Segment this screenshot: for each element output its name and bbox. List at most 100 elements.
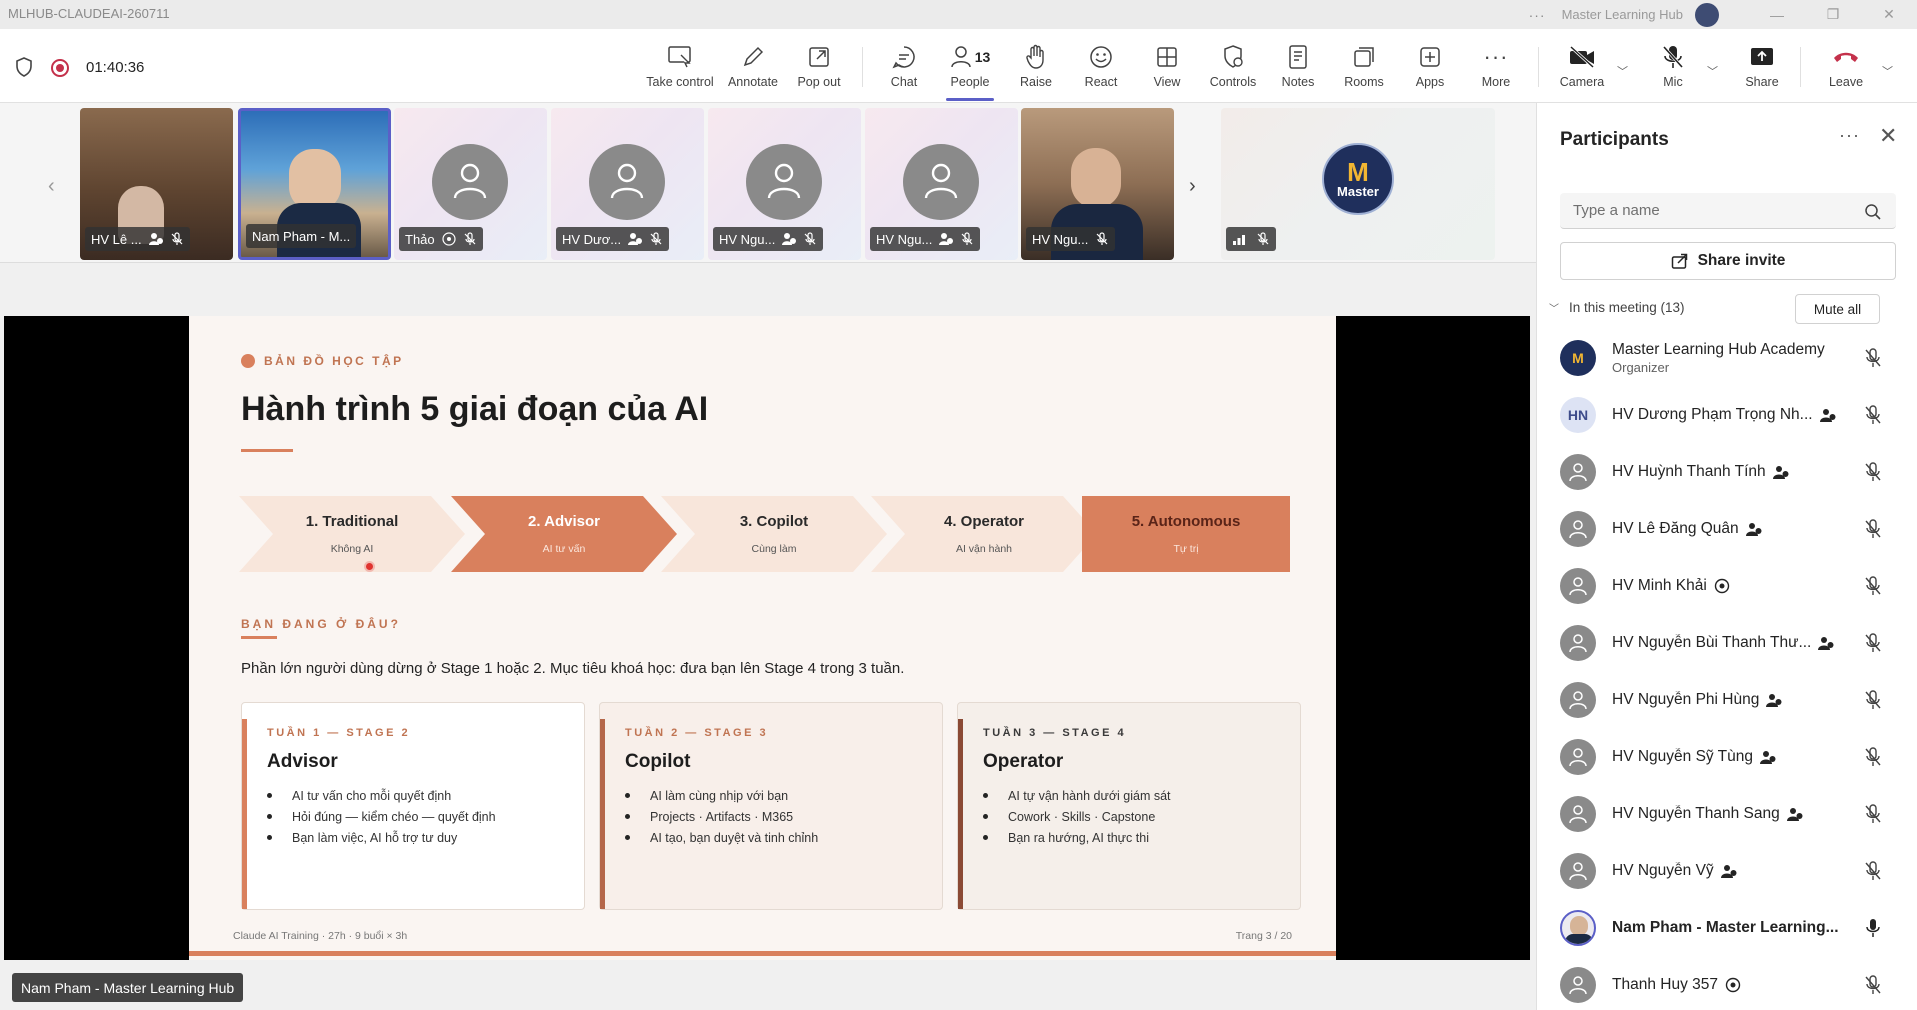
share-invite-button[interactable]: Share invite xyxy=(1560,242,1896,280)
mic-on-icon[interactable] xyxy=(1864,918,1882,938)
participant-row[interactable]: HN HV Dương Phạm Trọng Nh... xyxy=(1560,390,1910,440)
annotate-button[interactable]: Annotate xyxy=(724,29,782,103)
notes-button[interactable]: Notes xyxy=(1270,29,1326,103)
toolbar-divider xyxy=(1538,47,1539,87)
panel-more-icon[interactable]: ··· xyxy=(1839,125,1860,146)
apps-button[interactable]: Apps xyxy=(1402,29,1458,103)
people-button[interactable]: 13 People xyxy=(940,29,1000,103)
avatar-tile[interactable]: HV Ngu... xyxy=(865,108,1018,260)
mic-off-icon[interactable] xyxy=(1864,690,1882,710)
avatar xyxy=(1560,454,1596,490)
avatar xyxy=(1560,511,1596,547)
minimize-icon[interactable]: — xyxy=(1749,7,1805,23)
mic-off-icon[interactable] xyxy=(1864,348,1882,368)
mic-off-icon[interactable] xyxy=(1864,861,1882,881)
person-icon xyxy=(767,163,801,199)
avatar-tile[interactable]: HV Ngu... xyxy=(708,108,861,260)
shield-icon[interactable] xyxy=(15,57,33,77)
mic-options-chevron-icon[interactable]: ﹀ xyxy=(1707,63,1718,79)
take-control-icon xyxy=(668,46,691,68)
mic-off-icon[interactable] xyxy=(1864,633,1882,653)
participant-row[interactable]: HV Nguyễn Phi Hùng xyxy=(1560,675,1910,725)
participant-badge-icon xyxy=(1725,977,1741,993)
avatar xyxy=(1560,739,1596,775)
tile-nametag: HV Lê ... xyxy=(85,227,190,251)
participant-row[interactable]: HV Huỳnh Thanh Tính xyxy=(1560,447,1910,497)
gallery-next-chevron-icon[interactable]: › xyxy=(1189,175,1196,198)
participants-panel: Participants ··· ✕ Share invite ﹀ In thi… xyxy=(1536,103,1917,1010)
gallery-prev-chevron-icon[interactable]: ‹ xyxy=(48,175,55,198)
mic-off-icon[interactable] xyxy=(1864,975,1882,995)
controls-button[interactable]: Controls xyxy=(1201,29,1265,103)
take-control-button[interactable]: Take control xyxy=(643,29,717,103)
mute-all-button[interactable]: Mute all xyxy=(1795,294,1880,324)
pop-out-button[interactable]: Pop out xyxy=(790,29,848,103)
card-list: AI tư vấn cho mỗi quyết định Hỏi đúng — … xyxy=(267,785,496,848)
participant-row[interactable]: HV Lê Đăng Quân xyxy=(1560,504,1910,554)
participant-row[interactable]: HV Nguyễn Sỹ Tùng xyxy=(1560,732,1910,782)
close-icon[interactable]: ✕ xyxy=(1879,123,1897,149)
video-tile-active-speaker[interactable]: Nam Pham - M... xyxy=(238,108,391,260)
mic-off-icon xyxy=(961,232,973,245)
mic-off-icon xyxy=(171,232,183,245)
mic-off-icon[interactable] xyxy=(1864,405,1882,425)
participant-gallery: ‹ › HV Lê ... Nam Pham - M... Thảo HV Dư… xyxy=(0,103,1536,263)
raise-hand-button[interactable]: Raise xyxy=(1008,29,1064,103)
participant-row[interactable]: HV Nguyễn Vỹ xyxy=(1560,846,1910,896)
leave-options-chevron-icon[interactable]: ﹀ xyxy=(1882,63,1893,79)
participant-badge-icon xyxy=(782,233,797,245)
maximize-icon[interactable]: ❐ xyxy=(1805,6,1861,23)
video-tile[interactable]: HV Lê ... xyxy=(80,108,233,260)
close-window-icon[interactable]: ✕ xyxy=(1861,6,1917,23)
slide-kicker: BẢN ĐỒ HỌC TẬP xyxy=(241,354,404,368)
chat-button[interactable]: Chat xyxy=(876,29,932,103)
share-icon xyxy=(1671,253,1687,269)
slide-page-number: Trang 3 / 20 xyxy=(1235,930,1292,942)
participant-badge-icon xyxy=(1745,523,1762,536)
in-meeting-section-toggle[interactable]: ﹀ In this meeting (13) xyxy=(1549,300,1685,315)
chevron-down-icon: ﹀ xyxy=(1549,304,1559,315)
mic-off-icon[interactable] xyxy=(1864,747,1882,767)
mic-button[interactable]: Mic xyxy=(1645,29,1701,103)
camera-options-chevron-icon[interactable]: ﹀ xyxy=(1617,63,1628,79)
mic-off-icon[interactable] xyxy=(1864,519,1882,539)
participant-row[interactable]: HV Minh Khải xyxy=(1560,561,1910,611)
more-button[interactable]: ··· More xyxy=(1468,29,1524,103)
participant-row[interactable]: HV Nguyễn Thanh Sang xyxy=(1560,789,1910,839)
mic-off-icon[interactable] xyxy=(1864,576,1882,596)
avatar xyxy=(1560,796,1596,832)
participant-row[interactable]: HV Nguyễn Bùi Thanh Thư... xyxy=(1560,618,1910,668)
mic-off-icon xyxy=(804,232,816,245)
slide-bottom-bar xyxy=(189,951,1336,956)
titlebar-more-icon[interactable]: ··· xyxy=(1529,7,1546,23)
avatar-tile[interactable]: Thảo xyxy=(394,108,547,260)
participant-row[interactable]: Thanh Huy 357 xyxy=(1560,960,1910,1010)
participant-badge-icon xyxy=(1772,466,1789,479)
participant-row[interactable]: M Master Learning Hub Academy Organizer xyxy=(1560,333,1910,383)
search-input[interactable] xyxy=(1560,193,1896,229)
search-icon xyxy=(1865,204,1881,220)
stage-4-text: 4. Operator AI vận hành xyxy=(943,513,1025,555)
avatar xyxy=(1560,682,1596,718)
week-card: TUẦN 2 — STAGE 3 Copilot AI làm cùng nhị… xyxy=(599,702,943,910)
avatar xyxy=(1560,967,1596,1003)
avatar-tile[interactable]: HV Dươ... xyxy=(551,108,704,260)
leave-button[interactable]: Leave xyxy=(1818,29,1874,103)
mic-off-icon[interactable] xyxy=(1864,804,1882,824)
avatar xyxy=(746,144,822,220)
participant-row-presenter[interactable]: Nam Pham - Master Learning... xyxy=(1560,903,1910,953)
people-icon xyxy=(950,46,971,68)
rooms-button[interactable]: Rooms xyxy=(1336,29,1392,103)
mic-off-icon[interactable] xyxy=(1864,462,1882,482)
camera-off-icon xyxy=(1569,45,1595,69)
self-view-tile[interactable]: M Master xyxy=(1221,108,1495,260)
account-avatar[interactable] xyxy=(1695,2,1719,27)
avatar xyxy=(1560,853,1596,889)
camera-button[interactable]: Camera xyxy=(1554,29,1610,103)
view-button[interactable]: View xyxy=(1139,29,1195,103)
react-button[interactable]: React xyxy=(1073,29,1129,103)
share-button[interactable]: Share xyxy=(1734,29,1790,103)
person-icon xyxy=(1569,520,1587,539)
video-tile[interactable]: HV Ngu... xyxy=(1021,108,1174,260)
mic-off-icon xyxy=(1662,45,1684,69)
